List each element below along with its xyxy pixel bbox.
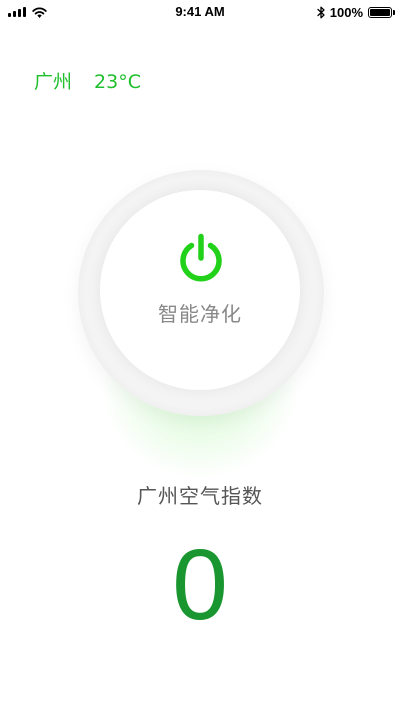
power-label: 智能净化 xyxy=(158,302,242,326)
status-right: 100% xyxy=(317,4,395,20)
status-bar: 9:41 AM 100% xyxy=(0,0,400,24)
aqi-value: 0 xyxy=(172,529,228,641)
battery-percent: 100% xyxy=(329,4,363,20)
battery-fill xyxy=(370,8,390,16)
power-icon[interactable] xyxy=(175,233,227,285)
power-button[interactable] xyxy=(100,190,300,390)
battery-icon xyxy=(368,6,395,18)
bluetooth-icon xyxy=(317,6,325,18)
location-header: 广州 23°C xyxy=(34,68,141,96)
city-name: 广州 xyxy=(34,71,73,93)
temperature: 23°C xyxy=(94,71,141,93)
aqi-label: 广州空气指数 xyxy=(137,484,263,508)
